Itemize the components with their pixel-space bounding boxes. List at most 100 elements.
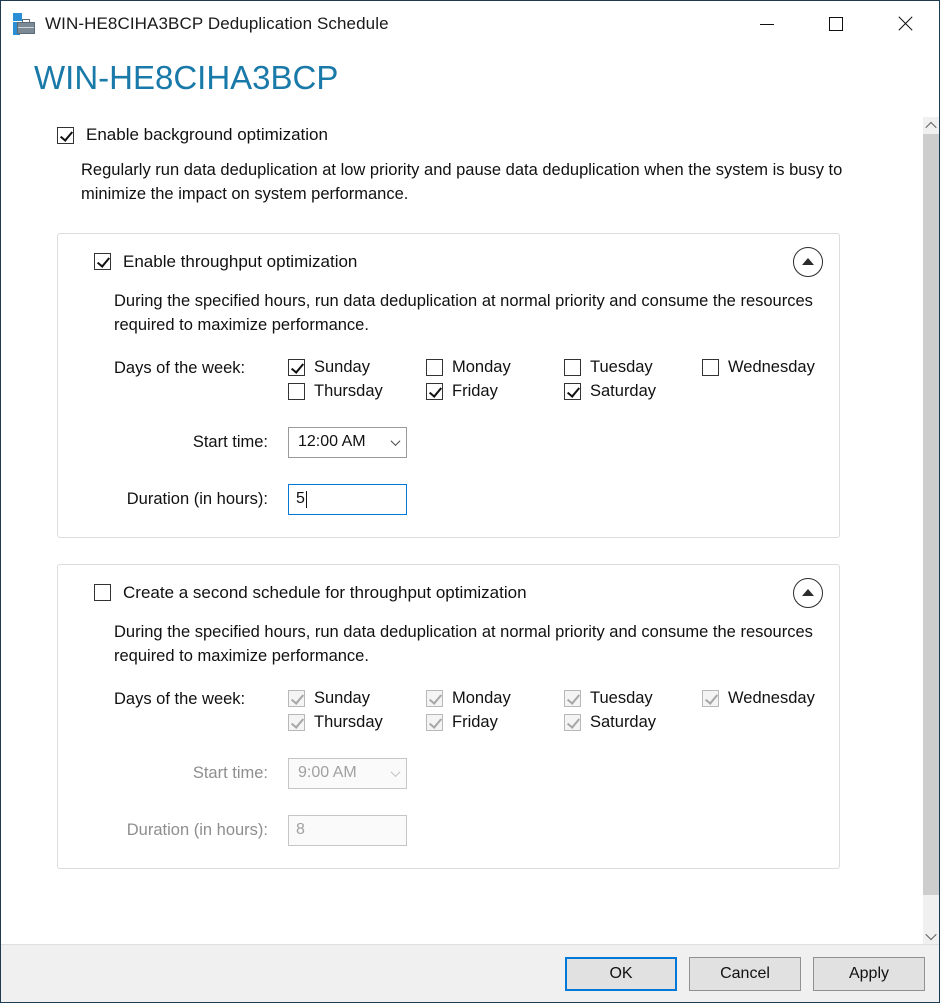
- day-label: Wednesday: [728, 688, 815, 707]
- checkbox[interactable]: [564, 382, 581, 400]
- enable-throughput-optimization-checkbox[interactable]: [94, 253, 111, 271]
- collapse-throughput-optimization-button[interactable]: [793, 246, 823, 277]
- day-checkbox-thursday: Thursday: [288, 713, 426, 732]
- day-label: Saturday: [590, 712, 657, 731]
- enable-background-optimization-row[interactable]: Enable background optimization: [1, 125, 922, 145]
- throughput-optimization-group: Enable throughput optimization During th…: [57, 232, 840, 538]
- checkbox: [288, 713, 305, 731]
- schedule-one-duration-input[interactable]: 5: [288, 483, 407, 515]
- day-label: Sunday: [314, 357, 370, 376]
- selected-value: 12:00 AM: [298, 433, 366, 451]
- duration-value: 8: [296, 821, 305, 839]
- page-title: WIN-HE8CIHA3BCP: [34, 59, 339, 96]
- minimize-icon: [759, 23, 774, 25]
- day-checkbox-wednesday: Wednesday: [702, 689, 840, 708]
- ok-button[interactable]: OK: [565, 956, 677, 991]
- day-label: Friday: [452, 381, 498, 400]
- maximize-button[interactable]: [801, 1, 870, 47]
- checkbox[interactable]: [426, 382, 443, 400]
- day-checkbox-tuesday[interactable]: Tuesday: [564, 358, 702, 377]
- schedule-two-start-time-row: Start time: 9:00 AM: [114, 757, 821, 789]
- day-checkbox-friday: Friday: [426, 713, 564, 732]
- second-schedule-description: During the specified hours, run data ded…: [114, 622, 813, 665]
- day-checkbox-saturday[interactable]: Saturday: [564, 382, 702, 401]
- title-bar: WIN-HE8CIHA3BCP Deduplication Schedule: [1, 1, 939, 47]
- collapse-second-schedule-button[interactable]: [793, 577, 823, 608]
- schedule-one-days-grid: Sunday Thursday Monday Friday Tuesday Sa…: [288, 358, 840, 401]
- close-button[interactable]: [870, 1, 939, 47]
- schedule-one-start-time-row: Start time: 12:00 AM: [114, 426, 821, 458]
- checkbox: [564, 689, 581, 707]
- enable-background-optimization-checkbox[interactable]: [57, 126, 74, 144]
- checkbox: [426, 689, 443, 707]
- close-icon: [897, 16, 913, 32]
- window-title: WIN-HE8CIHA3BCP Deduplication Schedule: [45, 14, 389, 33]
- schedule-two-start-time-select: 9:00 AM: [288, 757, 407, 789]
- schedule-two-days-label: Days of the week:: [114, 689, 246, 708]
- chevron-up-icon: [802, 589, 814, 597]
- chevron-up-icon: [925, 121, 937, 133]
- enable-throughput-optimization-row[interactable]: Enable throughput optimization: [76, 248, 821, 272]
- day-label: Saturday: [590, 381, 657, 400]
- chevron-down-icon: [925, 928, 937, 940]
- day-label: Monday: [452, 357, 511, 376]
- scrollbar-track[interactable]: [923, 134, 939, 927]
- chevron-down-icon: [390, 766, 401, 777]
- minimize-button[interactable]: [732, 1, 801, 47]
- selected-value: 9:00 AM: [298, 764, 357, 782]
- chevron-down-icon: [390, 435, 401, 446]
- schedule-one-duration-label: Duration (in hours):: [126, 489, 268, 508]
- duration-value: 5: [296, 490, 305, 508]
- day-checkbox-wednesday[interactable]: Wednesday: [702, 358, 840, 377]
- day-label: Monday: [452, 688, 511, 707]
- day-checkbox-thursday[interactable]: Thursday: [288, 382, 426, 401]
- scrollbar-thumb[interactable]: [923, 134, 939, 896]
- day-label: Wednesday: [728, 357, 815, 376]
- day-checkbox-monday: Monday: [426, 689, 564, 708]
- vertical-scrollbar[interactable]: [922, 117, 939, 944]
- apply-button[interactable]: Apply: [813, 956, 925, 991]
- checkbox[interactable]: [288, 358, 305, 376]
- checkbox[interactable]: [426, 358, 443, 376]
- scroll-content: Enable background optimization Regularly…: [1, 117, 922, 944]
- create-second-schedule-label: Create a second schedule for throughput …: [123, 582, 527, 602]
- schedule-one-start-time-select[interactable]: 12:00 AM: [288, 426, 407, 458]
- dialog-footer: OK Cancel Apply: [1, 944, 939, 1002]
- day-checkbox-saturday: Saturday: [564, 713, 702, 732]
- cancel-button[interactable]: Cancel: [689, 956, 801, 991]
- schedule-one-days-row: Days of the week: Sunday Thursday Monday…: [114, 358, 821, 401]
- schedule-two-duration-label: Duration (in hours):: [126, 820, 268, 839]
- day-label: Tuesday: [590, 357, 653, 376]
- chevron-up-icon: [802, 258, 814, 266]
- create-second-schedule-checkbox[interactable]: [94, 584, 111, 602]
- enable-throughput-optimization-label: Enable throughput optimization: [123, 251, 358, 271]
- day-checkbox-monday[interactable]: Monday: [426, 358, 564, 377]
- scroll-down-button[interactable]: [923, 927, 939, 944]
- background-optimization-description: Regularly run data deduplication at low …: [81, 161, 843, 203]
- schedule-two-days-row: Days of the week: Sunday Thursday Monday…: [114, 689, 821, 732]
- create-second-schedule-row[interactable]: Create a second schedule for throughput …: [76, 579, 821, 603]
- schedule-two-start-time-label: Start time:: [192, 763, 268, 782]
- day-label: Sunday: [314, 688, 370, 707]
- schedule-one-duration-row: Duration (in hours): 5: [114, 483, 821, 515]
- day-label: Thursday: [314, 712, 383, 731]
- schedule-one-start-time-label: Start time:: [192, 432, 268, 451]
- scroll-up-button[interactable]: [923, 117, 939, 134]
- checkbox[interactable]: [564, 358, 581, 376]
- day-checkbox-friday[interactable]: Friday: [426, 382, 564, 401]
- content-wrapper: Enable background optimization Regularly…: [1, 117, 939, 944]
- day-checkbox-sunday[interactable]: Sunday: [288, 358, 426, 377]
- maximize-icon: [828, 17, 843, 31]
- checkbox: [426, 713, 443, 731]
- day-label: Tuesday: [590, 688, 653, 707]
- second-schedule-group: Create a second schedule for throughput …: [57, 563, 840, 869]
- day-label: Friday: [452, 712, 498, 731]
- window-controls: [732, 1, 939, 47]
- schedule-two-days-grid: Sunday Thursday Monday Friday Tuesday Sa…: [288, 689, 840, 732]
- text-caret: [305, 490, 307, 508]
- checkbox[interactable]: [288, 382, 305, 400]
- checkbox[interactable]: [702, 358, 719, 376]
- day-checkbox-sunday: Sunday: [288, 689, 426, 708]
- enable-background-optimization-label: Enable background optimization: [86, 125, 328, 144]
- day-label: Thursday: [314, 381, 383, 400]
